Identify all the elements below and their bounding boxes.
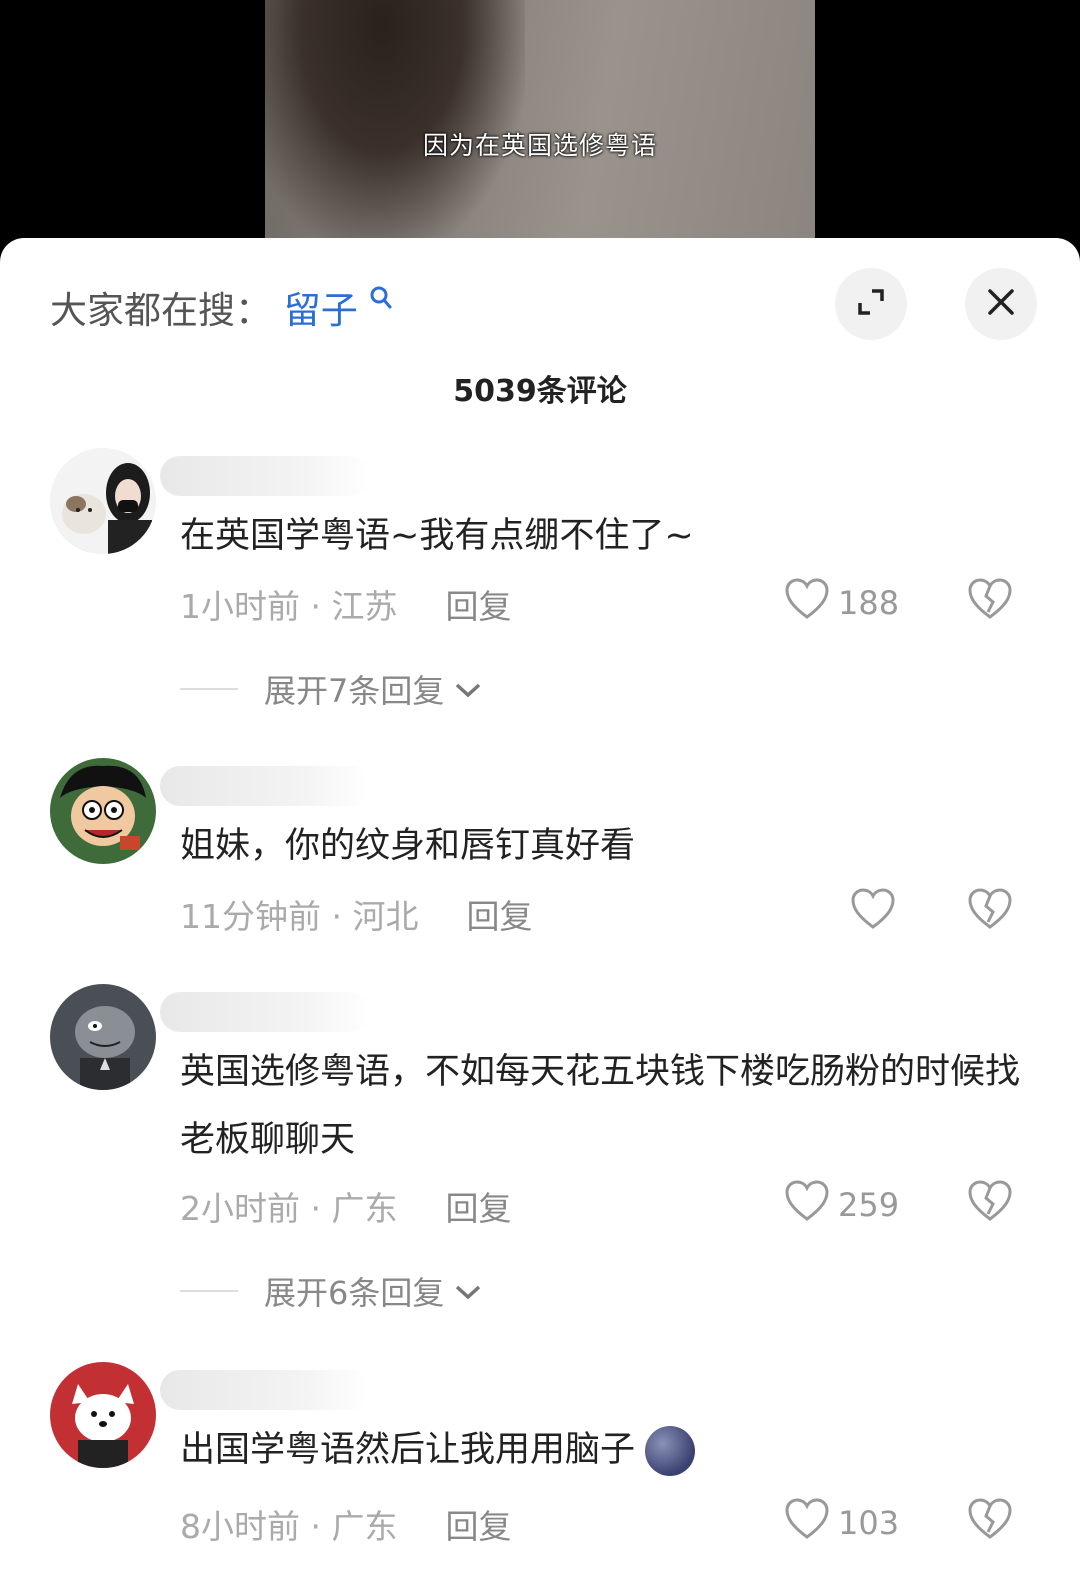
like-count: 188	[838, 584, 900, 622]
comment-meta: 11分钟前 · 河北 回复	[180, 890, 532, 938]
expand-button[interactable]	[835, 268, 907, 340]
trending-search-keyword[interactable]: 留子	[284, 289, 358, 332]
like-button[interactable]: 259	[784, 1180, 899, 1230]
dislike-button[interactable]	[967, 1180, 1013, 1226]
comment-time-location: 11分钟前 · 河北	[180, 897, 419, 936]
expand-divider	[180, 1290, 238, 1292]
username-blurred[interactable]	[160, 1370, 370, 1410]
broken-heart-icon	[967, 888, 1013, 934]
username-blurred[interactable]	[160, 992, 370, 1032]
like-button[interactable]	[850, 888, 896, 938]
comment-sheet: 大家都在搜： 留子 5039条评论 在英国学粤语~我有点绷不住了~ 1小时前 ·…	[0, 238, 1080, 1578]
reply-button[interactable]: 回复	[445, 587, 511, 626]
broken-heart-icon	[967, 1498, 1013, 1544]
dislike-button[interactable]	[967, 888, 1013, 934]
like-count: 103	[838, 1504, 900, 1542]
comment-text-content: 出国学粤语然后让我用用脑子	[180, 1430, 636, 1470]
heart-icon	[784, 578, 830, 628]
reply-button[interactable]: 回复	[466, 897, 532, 936]
expand-replies-label: 展开6条回复	[264, 1274, 445, 1312]
trending-search: 大家都在搜： 留子	[50, 280, 392, 334]
expand-replies-button[interactable]: 展开6条回复	[180, 1268, 482, 1314]
chevron-down-icon	[454, 1272, 482, 1310]
comment-meta: 8小时前 · 广东 回复	[180, 1500, 511, 1548]
emoji-icon	[645, 1426, 696, 1476]
comment-count: 5039条评论	[453, 374, 627, 409]
comment-time-location: 8小时前 · 广东	[180, 1507, 398, 1546]
close-button[interactable]	[965, 268, 1037, 340]
username-blurred[interactable]	[160, 456, 370, 496]
avatar[interactable]	[50, 758, 156, 864]
search-icon[interactable]	[370, 286, 392, 316]
expand-icon	[854, 285, 888, 323]
comment-text: 出国学粤语然后让我用用脑子	[180, 1416, 1040, 1484]
comment-meta: 1小时前 · 江苏 回复	[180, 580, 511, 628]
video-content-hair	[265, 0, 525, 250]
dislike-button[interactable]	[967, 578, 1013, 624]
comment-text: 英国选修粤语，不如每天花五块钱下楼吃肠粉的时候找老板聊聊天	[180, 1052, 1021, 1160]
chevron-down-icon	[454, 670, 482, 708]
like-button[interactable]: 188	[784, 578, 899, 628]
expand-replies-button[interactable]: 展开7条回复	[180, 666, 482, 712]
heart-icon	[850, 888, 896, 938]
comment-text: 在英国学粤语~我有点绷不住了~	[180, 516, 694, 556]
username-blurred[interactable]	[160, 766, 370, 806]
avatar[interactable]	[50, 984, 156, 1090]
dislike-button[interactable]	[967, 1498, 1013, 1544]
video-player[interactable]: 因为在英国选修粤语	[0, 0, 1080, 250]
like-button[interactable]: 103	[784, 1498, 899, 1548]
like-count: 259	[838, 1186, 900, 1224]
expand-replies-label: 展开7条回复	[264, 672, 445, 710]
expand-divider	[180, 688, 238, 690]
comment-time-location: 2小时前 · 广东	[180, 1189, 398, 1228]
broken-heart-icon	[967, 1180, 1013, 1226]
reply-button[interactable]: 回复	[445, 1507, 511, 1546]
heart-icon	[784, 1180, 830, 1230]
heart-icon	[784, 1498, 830, 1548]
comment-time-location: 1小时前 · 江苏	[180, 587, 398, 626]
reply-button[interactable]: 回复	[445, 1189, 511, 1228]
close-icon	[986, 287, 1016, 321]
trending-search-label: 大家都在搜：	[50, 289, 272, 332]
avatar[interactable]	[50, 448, 156, 554]
video-frame	[265, 0, 815, 250]
broken-heart-icon	[967, 578, 1013, 624]
video-subtitle: 因为在英国选修粤语	[422, 131, 657, 160]
avatar[interactable]	[50, 1362, 156, 1468]
comment-meta: 2小时前 · 广东 回复	[180, 1182, 511, 1230]
comment-text: 姐妹，你的纹身和唇钉真好看	[180, 826, 636, 866]
